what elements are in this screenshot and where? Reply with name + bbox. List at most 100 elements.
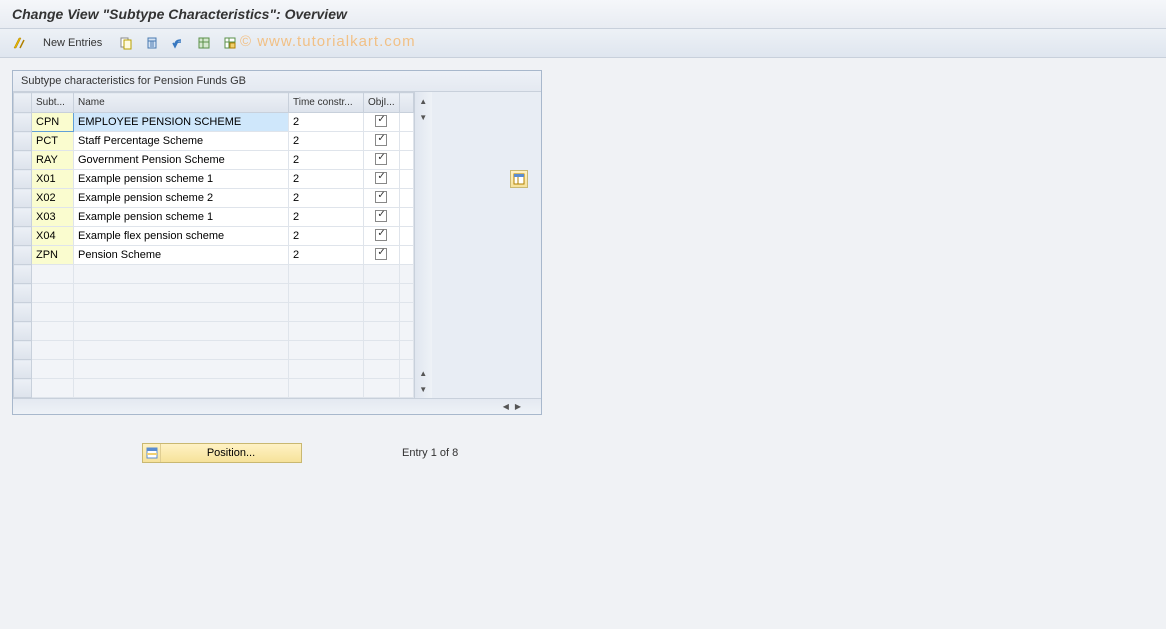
scroll-up-small-icon[interactable]: ▲ bbox=[416, 366, 430, 380]
cell-object-id[interactable] bbox=[364, 227, 400, 246]
table-row[interactable]: ZPNPension Scheme2 bbox=[14, 246, 414, 265]
cell-time-constraint[interactable] bbox=[289, 284, 364, 303]
checkbox-icon[interactable] bbox=[375, 229, 387, 241]
column-name[interactable]: Name bbox=[74, 93, 289, 113]
cell-object-id[interactable] bbox=[364, 360, 400, 379]
new-entries-button[interactable]: New Entries bbox=[34, 34, 111, 52]
cell-name[interactable] bbox=[74, 265, 289, 284]
table-settings-button[interactable] bbox=[510, 170, 528, 188]
cell-name[interactable]: EMPLOYEE PENSION SCHEME bbox=[74, 113, 289, 132]
cell-time-constraint[interactable] bbox=[289, 379, 364, 398]
cell-time-constraint[interactable]: 2 bbox=[289, 246, 364, 265]
cell-time-constraint[interactable] bbox=[289, 360, 364, 379]
cell-subtype[interactable]: RAY bbox=[32, 151, 74, 170]
scroll-down-small-icon[interactable]: ▼ bbox=[416, 110, 430, 124]
cell-subtype[interactable]: X02 bbox=[32, 189, 74, 208]
cell-time-constraint[interactable] bbox=[289, 265, 364, 284]
row-handle[interactable] bbox=[14, 246, 32, 265]
cell-name[interactable]: Example pension scheme 1 bbox=[74, 170, 289, 189]
row-handle[interactable] bbox=[14, 322, 32, 341]
cell-object-id[interactable] bbox=[364, 284, 400, 303]
cell-object-id[interactable] bbox=[364, 113, 400, 132]
table-row-empty[interactable] bbox=[14, 360, 414, 379]
cell-name[interactable]: Pension Scheme bbox=[74, 246, 289, 265]
cell-name[interactable] bbox=[74, 341, 289, 360]
table-row[interactable]: PCTStaff Percentage Scheme2 bbox=[14, 132, 414, 151]
cell-subtype[interactable]: X03 bbox=[32, 208, 74, 227]
cell-object-id[interactable] bbox=[364, 189, 400, 208]
cell-object-id[interactable] bbox=[364, 151, 400, 170]
cell-subtype[interactable]: PCT bbox=[32, 132, 74, 151]
cell-time-constraint[interactable] bbox=[289, 341, 364, 360]
cell-subtype[interactable]: CPN bbox=[32, 113, 74, 132]
checkbox-icon[interactable] bbox=[375, 172, 387, 184]
table-row[interactable]: X03Example pension scheme 12 bbox=[14, 208, 414, 227]
select-all-icon[interactable] bbox=[193, 33, 215, 53]
deselect-all-icon[interactable] bbox=[219, 33, 241, 53]
row-handle[interactable] bbox=[14, 303, 32, 322]
copy-icon[interactable] bbox=[115, 33, 137, 53]
cell-time-constraint[interactable]: 2 bbox=[289, 170, 364, 189]
cell-object-id[interactable] bbox=[364, 303, 400, 322]
horizontal-scrollbar[interactable]: ◀ ▶ bbox=[13, 398, 541, 414]
cell-object-id[interactable] bbox=[364, 379, 400, 398]
scroll-down-icon[interactable]: ▼ bbox=[416, 382, 430, 396]
table-row-empty[interactable] bbox=[14, 379, 414, 398]
table-row-empty[interactable] bbox=[14, 303, 414, 322]
cell-name[interactable] bbox=[74, 322, 289, 341]
row-handle[interactable] bbox=[14, 208, 32, 227]
toggle-display-icon[interactable] bbox=[8, 33, 30, 53]
cell-subtype[interactable] bbox=[32, 379, 74, 398]
cell-name[interactable]: Example pension scheme 2 bbox=[74, 189, 289, 208]
column-subtype[interactable]: Subt... bbox=[32, 93, 74, 113]
cell-subtype[interactable] bbox=[32, 322, 74, 341]
table-row[interactable]: RAYGovernment Pension Scheme2 bbox=[14, 151, 414, 170]
cell-object-id[interactable] bbox=[364, 132, 400, 151]
cell-subtype[interactable] bbox=[32, 303, 74, 322]
cell-name[interactable] bbox=[74, 379, 289, 398]
scroll-left-icon[interactable]: ◀ bbox=[503, 402, 509, 411]
checkbox-icon[interactable] bbox=[375, 210, 387, 222]
cell-name[interactable]: Example flex pension scheme bbox=[74, 227, 289, 246]
cell-object-id[interactable] bbox=[364, 322, 400, 341]
cell-object-id[interactable] bbox=[364, 265, 400, 284]
checkbox-icon[interactable] bbox=[375, 191, 387, 203]
undo-icon[interactable] bbox=[167, 33, 189, 53]
row-handle[interactable] bbox=[14, 341, 32, 360]
table-row[interactable]: X01Example pension scheme 12 bbox=[14, 170, 414, 189]
cell-name[interactable]: Staff Percentage Scheme bbox=[74, 132, 289, 151]
cell-time-constraint[interactable] bbox=[289, 303, 364, 322]
cell-time-constraint[interactable]: 2 bbox=[289, 189, 364, 208]
cell-subtype[interactable]: X04 bbox=[32, 227, 74, 246]
delete-icon[interactable] bbox=[141, 33, 163, 53]
table-row-empty[interactable] bbox=[14, 341, 414, 360]
column-object-id[interactable]: ObjI... bbox=[364, 93, 400, 113]
row-selector-header[interactable] bbox=[14, 93, 32, 113]
cell-name[interactable] bbox=[74, 284, 289, 303]
table-row-empty[interactable] bbox=[14, 265, 414, 284]
cell-subtype[interactable] bbox=[32, 360, 74, 379]
cell-subtype[interactable] bbox=[32, 265, 74, 284]
cell-time-constraint[interactable]: 2 bbox=[289, 113, 364, 132]
row-handle[interactable] bbox=[14, 170, 32, 189]
cell-name[interactable] bbox=[74, 303, 289, 322]
cell-name[interactable] bbox=[74, 360, 289, 379]
table-row[interactable]: X04Example flex pension scheme2 bbox=[14, 227, 414, 246]
row-handle[interactable] bbox=[14, 132, 32, 151]
vertical-scrollbar[interactable]: ▲ ▼ ▲ ▼ bbox=[414, 92, 432, 398]
row-handle[interactable] bbox=[14, 189, 32, 208]
cell-subtype[interactable] bbox=[32, 341, 74, 360]
table-row-empty[interactable] bbox=[14, 284, 414, 303]
cell-name[interactable]: Government Pension Scheme bbox=[74, 151, 289, 170]
row-handle[interactable] bbox=[14, 379, 32, 398]
row-handle[interactable] bbox=[14, 360, 32, 379]
column-time-constraint[interactable]: Time constr... bbox=[289, 93, 364, 113]
cell-time-constraint[interactable] bbox=[289, 322, 364, 341]
cell-object-id[interactable] bbox=[364, 170, 400, 189]
cell-time-constraint[interactable]: 2 bbox=[289, 151, 364, 170]
scroll-up-icon[interactable]: ▲ bbox=[416, 94, 430, 108]
cell-subtype[interactable]: ZPN bbox=[32, 246, 74, 265]
row-handle[interactable] bbox=[14, 113, 32, 132]
row-handle[interactable] bbox=[14, 284, 32, 303]
cell-time-constraint[interactable]: 2 bbox=[289, 132, 364, 151]
